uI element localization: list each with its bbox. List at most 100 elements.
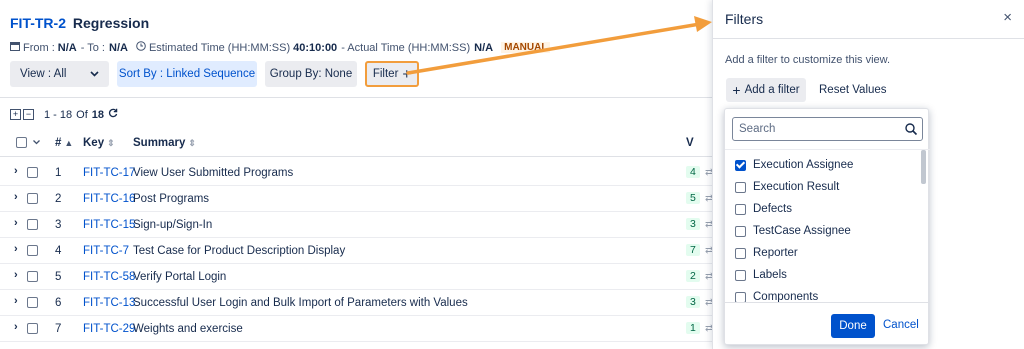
- option-checkbox[interactable]: [735, 203, 746, 215]
- add-filter-label: Add a filter: [744, 84, 800, 96]
- search-input[interactable]: [739, 121, 899, 137]
- table-row[interactable]: › 7 FIT-TC-29 Weights and exercise 1 ⇄: [0, 316, 713, 342]
- chevron-right-icon[interactable]: ›: [14, 321, 18, 333]
- collapse-all-icon[interactable]: −: [23, 109, 34, 120]
- filter-option[interactable]: TestCase Assignee: [735, 222, 851, 240]
- filter-option[interactable]: Components: [735, 288, 818, 302]
- scrollbar-thumb[interactable]: [921, 150, 926, 184]
- option-checkbox[interactable]: [735, 269, 746, 281]
- refresh-icon[interactable]: [108, 108, 118, 121]
- filter-option[interactable]: Labels: [735, 266, 787, 284]
- column-header-summary[interactable]: Summary ⇕: [133, 137, 196, 149]
- row-checkbox[interactable]: [27, 323, 38, 334]
- table-row[interactable]: › 4 FIT-TC-7 Test Case for Product Descr…: [0, 238, 713, 264]
- actual-time-value: N/A: [474, 41, 494, 54]
- chevron-right-icon[interactable]: ›: [14, 191, 18, 203]
- row-summary: Test Case for Product Description Displa…: [133, 245, 346, 257]
- option-checkbox-checked[interactable]: [735, 159, 746, 171]
- view-select[interactable]: View : All: [10, 61, 109, 87]
- expand-all-icon[interactable]: +: [10, 109, 21, 120]
- divider: [0, 97, 712, 98]
- pager-range: 1 - 18: [44, 108, 73, 121]
- chevron-right-icon[interactable]: ›: [14, 295, 18, 307]
- row-summary: Post Programs: [133, 193, 210, 205]
- option-label: Components: [753, 291, 819, 302]
- filter-option[interactable]: Defects: [735, 200, 792, 218]
- option-checkbox[interactable]: [735, 181, 746, 193]
- test-run-key[interactable]: FIT-TR-2: [10, 15, 66, 31]
- chevron-right-icon[interactable]: ›: [14, 165, 18, 177]
- column-key-label: Key: [83, 137, 105, 149]
- row-number: 5: [55, 271, 62, 283]
- row-version-badge: 5: [686, 192, 700, 204]
- close-icon[interactable]: ×: [1003, 9, 1012, 26]
- column-header-key[interactable]: Key ⇕: [83, 137, 115, 149]
- table-row[interactable]: › 6 FIT-TC-13 Successful User Login and …: [0, 290, 713, 316]
- option-checkbox[interactable]: [735, 291, 746, 302]
- type-badge: MANUAL: [501, 42, 551, 53]
- row-key-link[interactable]: FIT-TC-17: [83, 167, 135, 179]
- row-key-link[interactable]: FIT-TC-15: [83, 219, 135, 231]
- chevron-right-icon[interactable]: ›: [14, 243, 18, 255]
- row-checkbox[interactable]: [27, 297, 38, 308]
- option-label: Labels: [753, 269, 787, 281]
- test-run-name: Regression: [72, 15, 150, 31]
- row-key-link[interactable]: FIT-TC-13: [83, 297, 135, 309]
- row-key-link[interactable]: FIT-TC-29: [83, 323, 135, 335]
- row-checkbox[interactable]: [27, 271, 38, 282]
- row-version-badge: 3: [686, 296, 700, 308]
- option-checkbox[interactable]: [735, 247, 746, 259]
- filter-button[interactable]: Filter +: [365, 61, 419, 87]
- column-header-v[interactable]: V: [686, 137, 694, 149]
- toolbar: View : All Sort By : Linked Sequence Gro…: [10, 61, 419, 87]
- sort-by-button[interactable]: Sort By : Linked Sequence: [117, 61, 257, 87]
- group-by-button[interactable]: Group By: None: [265, 61, 357, 87]
- option-checkbox[interactable]: [735, 225, 746, 237]
- option-label: TestCase Assignee: [753, 225, 851, 237]
- filter-options-list: Execution Assignee Execution Result Defe…: [725, 149, 930, 302]
- option-label: Reporter: [753, 247, 798, 259]
- row-checkbox[interactable]: [27, 219, 38, 230]
- row-key-link[interactable]: FIT-TC-7: [83, 245, 129, 257]
- filter-option[interactable]: Execution Result: [735, 178, 839, 196]
- chevron-right-icon[interactable]: ›: [14, 217, 18, 229]
- row-checkbox[interactable]: [27, 167, 38, 178]
- from-value: N/A: [57, 41, 77, 54]
- add-filter-button[interactable]: + Add a filter: [726, 78, 806, 102]
- select-all-control[interactable]: [16, 136, 41, 148]
- page-title: FIT-TR-2 Regression: [10, 15, 149, 31]
- row-number: 7: [55, 323, 62, 335]
- table-row[interactable]: › 3 FIT-TC-15 Sign-up/Sign-In 3 ⇄: [0, 212, 713, 238]
- test-run-meta: From : N/A - To : N/A Estimated Time (HH…: [10, 41, 551, 54]
- filter-option[interactable]: Execution Assignee: [735, 156, 853, 174]
- chevron-down-icon[interactable]: [33, 136, 41, 148]
- row-number: 3: [55, 219, 62, 231]
- actual-time-label: - Actual Time (HH:MM:SS): [341, 41, 471, 54]
- row-checkbox[interactable]: [27, 245, 38, 256]
- row-summary: Verify Portal Login: [133, 271, 227, 283]
- row-number: 1: [55, 167, 62, 179]
- cancel-button[interactable]: Cancel: [883, 319, 919, 331]
- row-checkbox[interactable]: [27, 193, 38, 204]
- table-row[interactable]: › 1 FIT-TC-17 View User Submitted Progra…: [0, 160, 713, 186]
- row-summary: View User Submitted Programs: [133, 167, 294, 179]
- drawer-title: Filters: [725, 11, 764, 27]
- select-all-checkbox[interactable]: [16, 136, 27, 148]
- row-key-link[interactable]: FIT-TC-58: [83, 271, 135, 283]
- reset-values-button[interactable]: Reset Values: [819, 84, 887, 96]
- plus-icon: +: [732, 82, 741, 98]
- search-field[interactable]: [732, 117, 923, 141]
- chevron-right-icon[interactable]: ›: [14, 269, 18, 281]
- view-select-label: View : All: [20, 68, 67, 80]
- table-row[interactable]: › 5 FIT-TC-58 Verify Portal Login 2 ⇄: [0, 264, 713, 290]
- test-run-main: FIT-TR-2 Regression From : N/A - To : N/…: [0, 0, 713, 349]
- drawer-hint: Add a filter to customize this view.: [725, 54, 891, 66]
- done-button[interactable]: Done: [831, 314, 875, 338]
- filter-option[interactable]: Reporter: [735, 244, 798, 262]
- table-row[interactable]: › 2 FIT-TC-16 Post Programs 5 ⇄: [0, 186, 713, 212]
- row-key-link[interactable]: FIT-TC-16: [83, 193, 135, 205]
- option-label: Defects: [753, 203, 792, 215]
- divider: [713, 38, 1024, 39]
- row-summary: Sign-up/Sign-In: [133, 219, 213, 231]
- column-header-num[interactable]: # ▲: [55, 137, 73, 149]
